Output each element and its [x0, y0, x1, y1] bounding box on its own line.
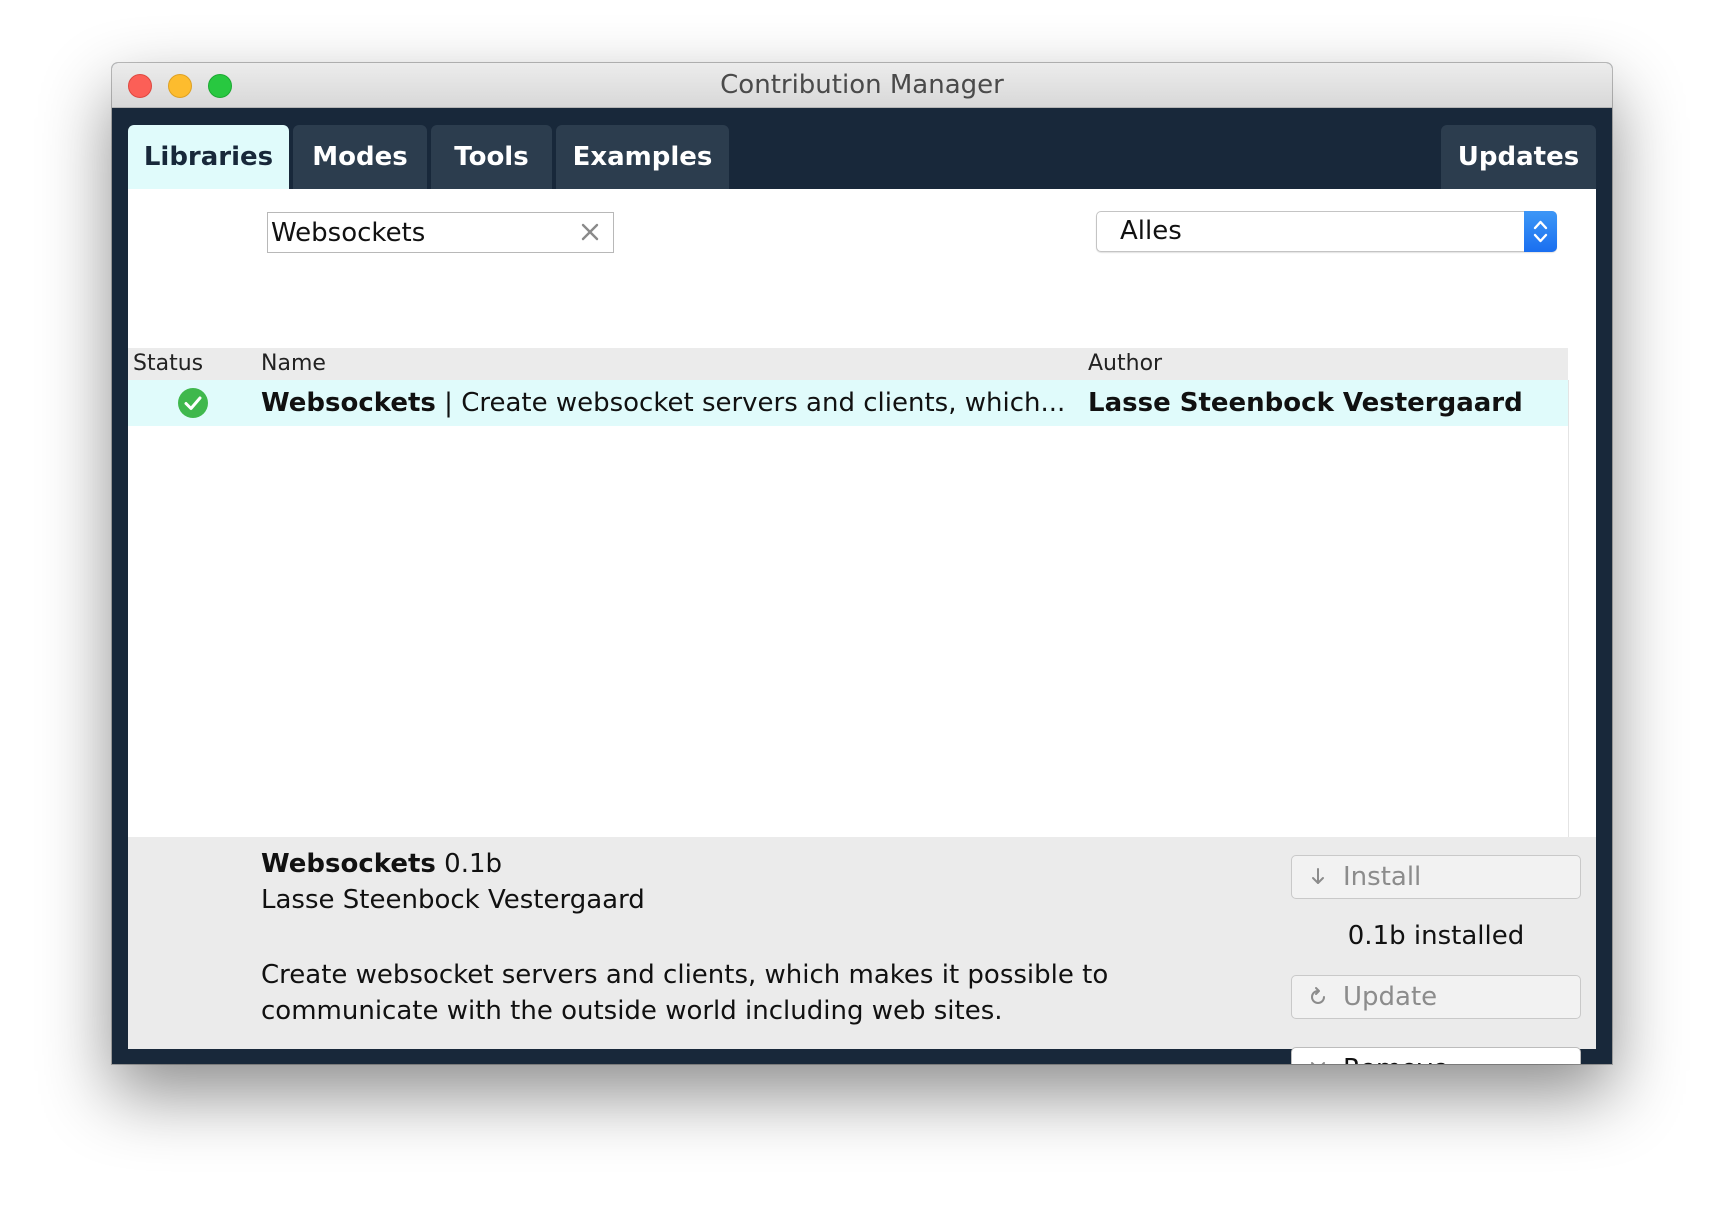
row-summary: Create websocket servers and clients, wh…: [461, 388, 1066, 418]
installed-version-text: 0.1b installed: [1347, 921, 1525, 951]
search-box: [267, 212, 614, 253]
column-header-author[interactable]: Author: [1088, 348, 1162, 380]
row-library-name: Websockets: [261, 388, 436, 418]
table-row[interactable]: Websockets | Create websocket servers an…: [128, 380, 1568, 426]
updown-chevron-icon: [1524, 211, 1557, 252]
libraries-panel: Alles Status Name Author Websockets | Cr…: [128, 189, 1596, 1064]
row-name: Websockets | Create websocket servers an…: [261, 380, 1065, 426]
row-author: Lasse Steenbock Vestergaard: [1088, 388, 1523, 418]
column-header-name[interactable]: Name: [261, 348, 326, 380]
category-filter-select[interactable]: Alles: [1096, 211, 1557, 252]
detail-title: Websockets 0.1b: [261, 849, 502, 879]
tab-updates[interactable]: Updates: [1441, 125, 1596, 189]
update-button[interactable]: Update: [1291, 975, 1581, 1019]
close-icon: [1311, 1062, 1325, 1064]
library-list: Websockets | Create websocket servers an…: [128, 380, 1568, 837]
update-button-label: Update: [1343, 982, 1438, 1012]
window-title: Contribution Manager: [720, 70, 1004, 100]
close-icon[interactable]: [577, 219, 603, 245]
tab-examples[interactable]: Examples: [556, 125, 729, 189]
table-header: Status Name Author: [128, 348, 1568, 380]
row-separator: |: [435, 388, 462, 418]
detail-description: Create websocket servers and clients, wh…: [261, 960, 1109, 1026]
remove-button-label: Remove: [1343, 1048, 1449, 1064]
detail-author: Lasse Steenbock Vestergaard: [261, 885, 645, 915]
search-input[interactable]: [271, 215, 571, 250]
category-filter-value: Alles: [1120, 216, 1182, 246]
detail-name: Websockets: [261, 849, 436, 879]
title-bar: Contribution Manager: [112, 63, 1612, 108]
detail-version: 0.1b: [444, 849, 503, 879]
contribution-manager-window: Contribution Manager Libraries Modes Too…: [112, 63, 1612, 1064]
check-circle-icon: [178, 388, 208, 418]
list-scrollbar[interactable]: [1568, 380, 1596, 837]
remove-button[interactable]: Remove: [1291, 1047, 1581, 1064]
tab-tools[interactable]: Tools: [431, 125, 552, 189]
install-button-label: Install: [1343, 862, 1422, 892]
column-header-status[interactable]: Status: [133, 348, 203, 380]
arrow-down-icon: [1312, 868, 1324, 884]
tab-libraries[interactable]: Libraries: [128, 125, 289, 189]
refresh-icon: [1311, 987, 1325, 1004]
install-button[interactable]: Install: [1291, 855, 1581, 899]
tab-modes[interactable]: Modes: [293, 125, 427, 189]
details-panel: Websockets 0.1b Lasse Steenbock Vesterga…: [128, 837, 1596, 1064]
